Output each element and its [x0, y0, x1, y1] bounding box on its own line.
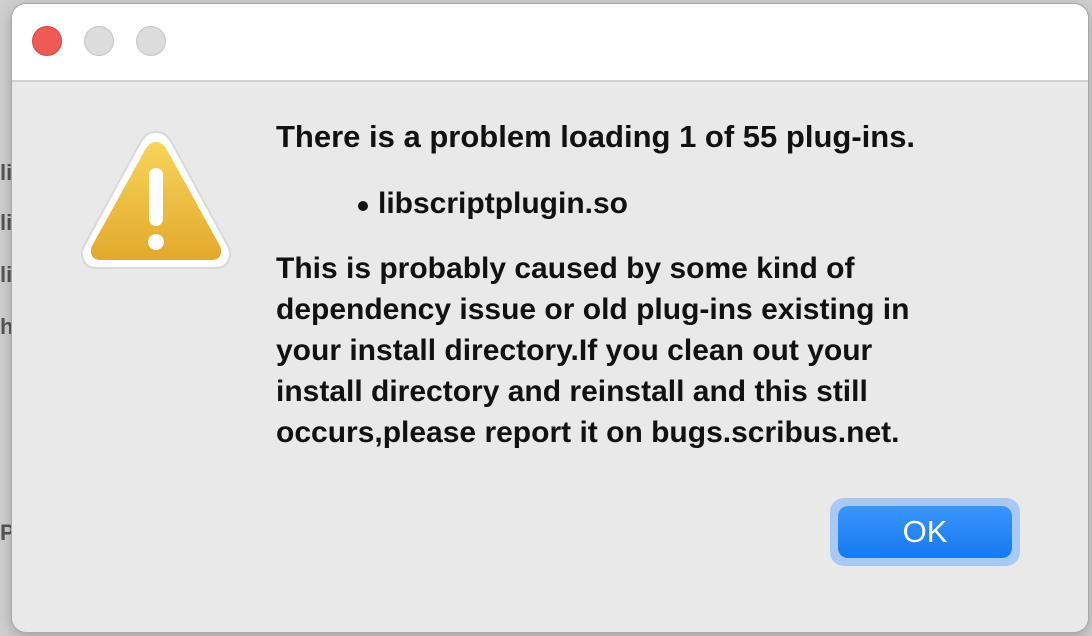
background-text-fragment: li [0, 262, 13, 287]
failed-plugin-list: libscriptplugin.so [276, 184, 1056, 224]
dialog-message: There is a problem loading 1 of 55 plug-… [276, 116, 1056, 453]
background-text-fragment: li [0, 160, 13, 185]
ok-button[interactable]: OK [838, 506, 1012, 558]
dialog-headline: There is a problem loading 1 of 55 plug-… [276, 119, 916, 154]
failed-plugin-item: libscriptplugin.so [356, 184, 1056, 224]
minimize-window-button[interactable] [84, 26, 114, 56]
close-window-button[interactable] [32, 26, 62, 56]
warning-icon [81, 130, 231, 269]
zoom-window-button[interactable] [136, 26, 166, 56]
dialog-titlebar [12, 4, 1088, 82]
dialog-body-text: This is probably caused by some kind of … [276, 252, 910, 449]
plugin-warning-dialog: There is a problem loading 1 of 55 plug-… [12, 4, 1088, 632]
background-text-fragment: li [0, 210, 13, 235]
